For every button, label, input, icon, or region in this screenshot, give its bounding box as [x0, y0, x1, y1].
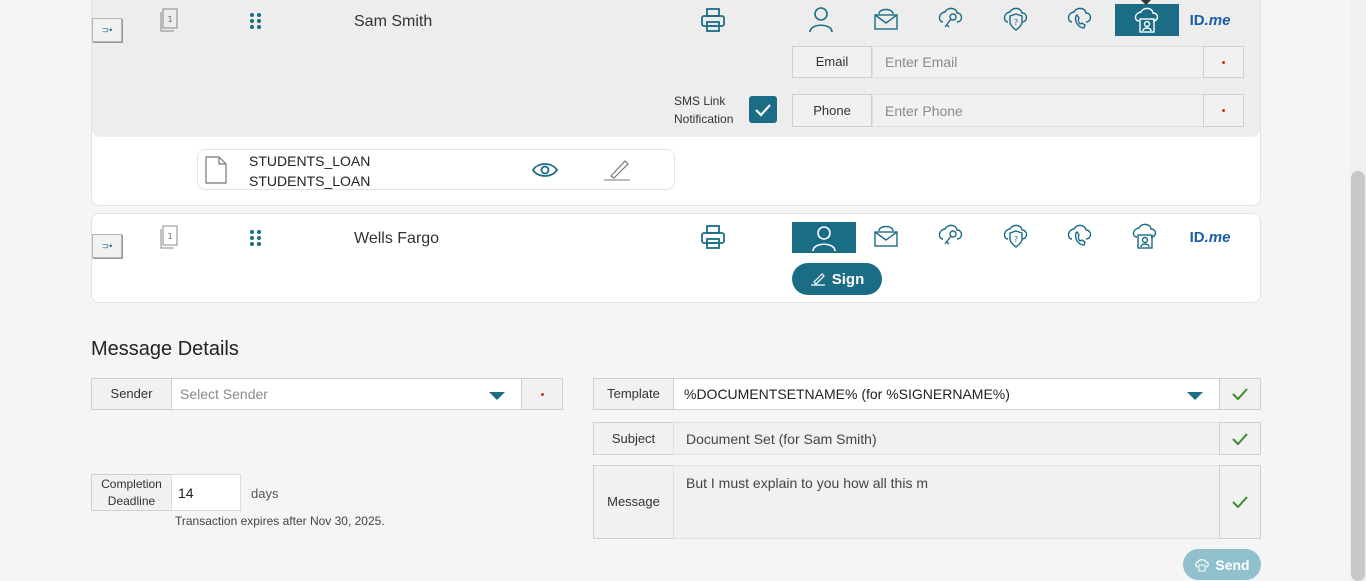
phone-label: Phone: [792, 94, 872, 127]
phone-required-indicator: [1203, 94, 1244, 127]
template-select[interactable]: %DOCUMENTSETNAME% (for %SIGNERNAME%): [673, 378, 1220, 410]
send-button[interactable]: Send: [1183, 549, 1261, 580]
sign-document-pen-icon[interactable]: [603, 158, 631, 182]
drag-handle-icon[interactable]: [249, 12, 263, 30]
idme-logo-text-me: .me: [1204, 228, 1231, 246]
deadline-label: Completion Deadline: [91, 474, 172, 511]
sms-link-label: SMS Link Notification: [674, 92, 733, 128]
sign-button[interactable]: Sign: [792, 263, 882, 295]
message-valid-check-icon: [1219, 465, 1261, 539]
phone-input[interactable]: Enter Phone: [872, 94, 1204, 127]
send-button-label: Send: [1215, 556, 1250, 573]
view-document-eye-icon[interactable]: [532, 161, 558, 179]
svg-text:?: ?: [1014, 18, 1018, 27]
document-count: 1: [167, 232, 172, 241]
deadline-unit: days: [251, 486, 279, 501]
file-icon: [205, 156, 227, 184]
email-input[interactable]: Enter Email: [872, 46, 1204, 78]
template-select-value: %DOCUMENTSETNAME% (for %SIGNERNAME%): [684, 386, 1010, 402]
idme-logo-text-id: ID: [1189, 228, 1205, 246]
idme-logo[interactable]: ID.me: [1178, 4, 1242, 36]
idme-logo[interactable]: ID.me: [1178, 221, 1242, 253]
document-count-icon: 1: [160, 8, 178, 32]
document-count: 1: [167, 15, 172, 24]
key-icon[interactable]: [919, 3, 983, 35]
message-textarea[interactable]: But I must explain to you how all this m: [673, 465, 1220, 539]
deadline-label-line1: Completion: [101, 476, 162, 491]
chevron-down-icon: [489, 392, 505, 400]
idme-logo-text-me: .me: [1204, 11, 1231, 29]
document-name: STUDENTS_LOAN STUDENTS_LOAN: [249, 151, 370, 191]
deadline-days-input[interactable]: 14: [171, 474, 241, 511]
chevron-down-icon: [1187, 392, 1203, 400]
email-label: Email: [792, 46, 872, 78]
sender-required-indicator: [521, 378, 563, 410]
active-method-pointer: [1141, 0, 1151, 5]
id-card-cloud-icon[interactable]: [1115, 4, 1179, 36]
document-name-line2: STUDENTS_LOAN: [249, 173, 371, 189]
template-valid-check-icon: [1219, 378, 1261, 410]
sms-link-label-line2: Notification: [674, 112, 734, 126]
subject-input[interactable]: Document Set (for Sam Smith): [673, 422, 1220, 455]
id-card-cloud-icon[interactable]: [1113, 220, 1177, 252]
section-title: Message Details: [91, 338, 239, 360]
sender-label: Sender: [91, 378, 172, 410]
expiry-note: Transaction expires after Nov 30, 2025.: [175, 514, 385, 528]
key-icon[interactable]: [919, 220, 983, 252]
document-name-line1: STUDENTS_LOAN: [249, 153, 371, 169]
user-icon[interactable]: [789, 3, 853, 35]
scrollbar-thumb[interactable]: [1351, 171, 1365, 581]
svg-text:?: ?: [1014, 235, 1018, 244]
shield-question-icon[interactable]: ?: [984, 3, 1048, 35]
sms-link-checkbox[interactable]: [749, 96, 777, 123]
collapse-toggle-button[interactable]: ⊃•: [92, 18, 122, 42]
signer-name: Wells Fargo: [354, 230, 440, 247]
sender-select-value: Select Sender: [180, 386, 268, 402]
sign-button-label: Sign: [831, 270, 865, 288]
user-icon[interactable]: [792, 222, 856, 253]
phone-icon[interactable]: [1048, 3, 1112, 35]
subject-valid-check-icon: [1219, 422, 1261, 455]
email-required-indicator: [1203, 46, 1244, 78]
collapse-toggle-button[interactable]: ⊃•: [92, 234, 122, 258]
idme-logo-text-id: ID: [1189, 11, 1205, 29]
subject-label: Subject: [593, 422, 674, 455]
checkmark-icon: [755, 103, 771, 117]
send-icon: [1195, 558, 1210, 571]
pen-icon: [810, 273, 825, 286]
email-icon[interactable]: [854, 220, 918, 252]
print-icon[interactable]: [681, 221, 745, 253]
email-icon[interactable]: [854, 3, 918, 35]
document-count-icon: 1: [160, 225, 178, 249]
drag-handle-icon[interactable]: [249, 229, 263, 247]
deadline-label-line2: Deadline: [107, 493, 156, 508]
message-label: Message: [593, 465, 674, 539]
shield-question-icon[interactable]: ?: [984, 220, 1048, 252]
sender-select[interactable]: Select Sender: [171, 378, 522, 410]
page-scrollbar[interactable]: [1350, 0, 1366, 581]
sms-link-label-line1: SMS Link: [674, 94, 726, 108]
print-icon[interactable]: [681, 4, 745, 36]
phone-icon[interactable]: [1048, 220, 1112, 252]
template-label: Template: [593, 378, 674, 410]
signer-name: Sam Smith: [354, 13, 433, 30]
